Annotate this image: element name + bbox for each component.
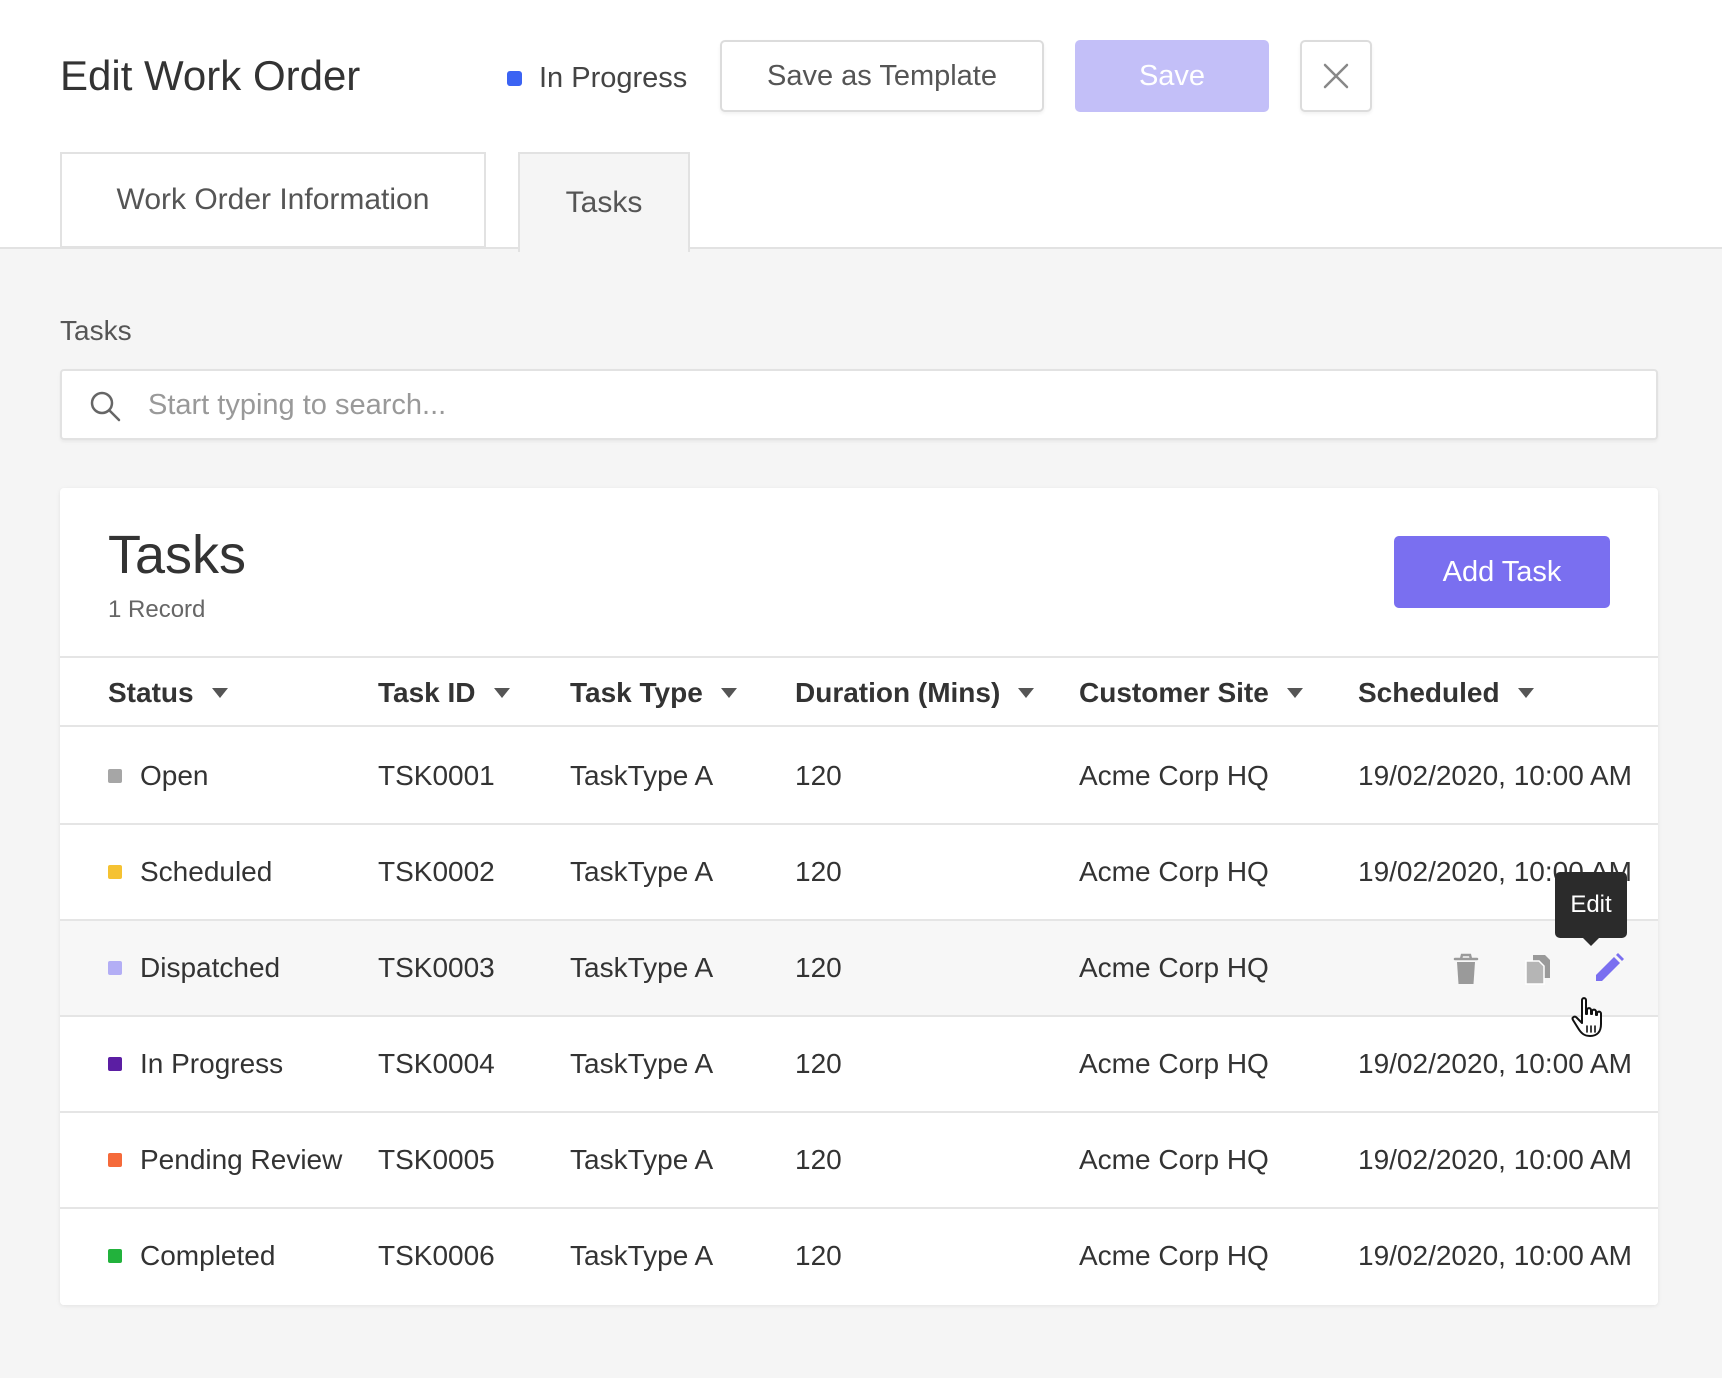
task-type-cell: TaskType A xyxy=(570,760,714,791)
status-square-icon xyxy=(108,865,122,879)
status-text: Pending Review xyxy=(140,1144,343,1175)
save-as-template-button[interactable]: Save as Template xyxy=(720,40,1044,112)
task-id-cell: TSK0002 xyxy=(378,856,495,887)
task-id-cell: TSK0001 xyxy=(378,760,495,791)
section-label: Tasks xyxy=(60,315,132,346)
scheduled-cell: 19/02/2020, 10:00 AM xyxy=(1358,1144,1632,1175)
task-id-cell: TSK0004 xyxy=(378,1048,495,1079)
table-row[interactable]: Completed TSK0006 TaskType A 120 Acme Corp H… xyxy=(60,1209,1658,1305)
edit-tooltip: Edit xyxy=(1555,872,1627,946)
status-dot xyxy=(507,70,522,86)
column-label: Status xyxy=(108,676,194,708)
column-label: Task Type xyxy=(570,676,703,708)
customer-site-cell: Acme Corp HQ xyxy=(1079,1048,1269,1079)
table-row[interactable]: In Progress TSK0004 TaskType A 120 Acme Corp… xyxy=(60,1017,1658,1113)
customer-site-cell: Acme Corp HQ xyxy=(1079,1240,1269,1271)
tasks-card: Tasks 1 Record Add Task Status Task ID T… xyxy=(60,488,1658,1305)
header-bar: Edit Work Order In Progress Save as Temp… xyxy=(0,0,1722,252)
status-square-icon xyxy=(108,1153,122,1167)
add-task-button[interactable]: Add Task xyxy=(1394,536,1610,608)
sort-caret-icon xyxy=(720,687,737,698)
table-row[interactable]: Scheduled TSK0002 TaskType A 120 Acme Corp H… xyxy=(60,825,1658,921)
sort-caret-icon xyxy=(211,687,228,698)
status-text: In Progress xyxy=(140,1048,284,1079)
scheduled-cell: 19/02/2020, 10:00 AM xyxy=(1358,1240,1632,1271)
close-icon xyxy=(1323,63,1349,89)
scheduled-cell: 19/02/2020, 10:00 AM xyxy=(1358,760,1632,791)
status-text: Scheduled xyxy=(140,856,273,887)
task-type-cell: TaskType A xyxy=(570,856,714,887)
column-header-task-type[interactable]: Task Type xyxy=(570,658,737,727)
status-square-icon xyxy=(108,961,122,975)
hand-cursor-icon xyxy=(1571,997,1602,1037)
status-cell: Dispatched xyxy=(108,921,280,1015)
status-square-icon xyxy=(108,769,122,783)
status-cell: In Progress xyxy=(108,1017,283,1111)
column-header-customer-site[interactable]: Customer Site xyxy=(1079,658,1303,727)
status-cell: Open xyxy=(108,729,209,823)
status-text: Dispatched xyxy=(140,952,281,983)
task-type-cell: TaskType A xyxy=(570,1048,714,1079)
column-header-task-id[interactable]: Task ID xyxy=(378,658,510,727)
sort-caret-icon xyxy=(1517,687,1534,698)
table-row[interactable]: Open TSK0001 TaskType A 120 Acme Corp HQ 19/0… xyxy=(60,729,1658,825)
column-label: Scheduled xyxy=(1358,676,1500,708)
search-input[interactable] xyxy=(148,373,1628,437)
duration-cell: 120 xyxy=(795,760,842,791)
column-header-duration[interactable]: Duration (Mins) xyxy=(795,658,1035,727)
sort-caret-icon xyxy=(1286,687,1303,698)
customer-site-cell: Acme Corp HQ xyxy=(1079,952,1269,983)
status-text: Completed xyxy=(140,1240,276,1271)
duration-cell: 120 xyxy=(795,1144,842,1175)
column-label: Customer Site xyxy=(1079,676,1269,708)
edit-icon[interactable] xyxy=(1588,949,1628,989)
status-cell: Completed xyxy=(108,1209,275,1303)
column-header-status[interactable]: Status xyxy=(108,658,228,727)
column-label: Duration (Mins) xyxy=(795,676,1001,708)
duration-cell: 120 xyxy=(795,1048,842,1079)
task-type-cell: TaskType A xyxy=(570,1240,714,1271)
column-label: Task ID xyxy=(378,676,476,708)
customer-site-cell: Acme Corp HQ xyxy=(1079,856,1269,887)
table-row[interactable]: Dispatched TSK0003 TaskType A 120 Acme Corp … xyxy=(60,921,1658,1017)
search-box xyxy=(60,369,1658,440)
status-square-icon xyxy=(108,1057,122,1071)
card-title: Tasks xyxy=(108,525,247,585)
table-row[interactable]: Pending Review TSK0005 TaskType A 120 Acme C… xyxy=(60,1113,1658,1209)
task-type-cell: TaskType A xyxy=(570,952,714,983)
customer-site-cell: Acme Corp HQ xyxy=(1079,760,1269,791)
delete-icon[interactable] xyxy=(1446,949,1486,989)
status-text: Open xyxy=(140,760,209,791)
tab-tasks[interactable]: Tasks xyxy=(518,152,690,252)
duration-cell: 120 xyxy=(795,952,842,983)
status-label: In Progress xyxy=(539,61,688,94)
status-cell: Pending Review xyxy=(108,1113,342,1207)
task-id-cell: TSK0006 xyxy=(378,1240,495,1271)
record-count: 1 Record xyxy=(108,596,206,623)
close-button[interactable] xyxy=(1300,40,1372,112)
column-header-scheduled[interactable]: Scheduled xyxy=(1358,658,1534,727)
table-header: Status Task ID Task Type Duration (Mins)… xyxy=(60,656,1658,727)
duration-cell: 120 xyxy=(795,856,842,887)
copy-icon[interactable] xyxy=(1517,949,1557,989)
status-square-icon xyxy=(108,1249,122,1263)
sort-caret-icon xyxy=(1018,687,1035,698)
save-button[interactable]: Save xyxy=(1075,40,1269,112)
customer-site-cell: Acme Corp HQ xyxy=(1079,1144,1269,1175)
task-id-cell: TSK0005 xyxy=(378,1144,495,1175)
task-id-cell: TSK0003 xyxy=(378,952,495,983)
duration-cell: 120 xyxy=(795,1240,842,1271)
search-icon xyxy=(90,391,121,422)
page-title: Edit Work Order xyxy=(60,52,361,99)
task-type-cell: TaskType A xyxy=(570,1144,714,1175)
tab-work-order-information[interactable]: Work Order Information xyxy=(60,152,486,248)
status-cell: Scheduled xyxy=(108,825,272,919)
sort-caret-icon xyxy=(493,687,510,698)
work-order-status: In Progress xyxy=(507,58,687,98)
